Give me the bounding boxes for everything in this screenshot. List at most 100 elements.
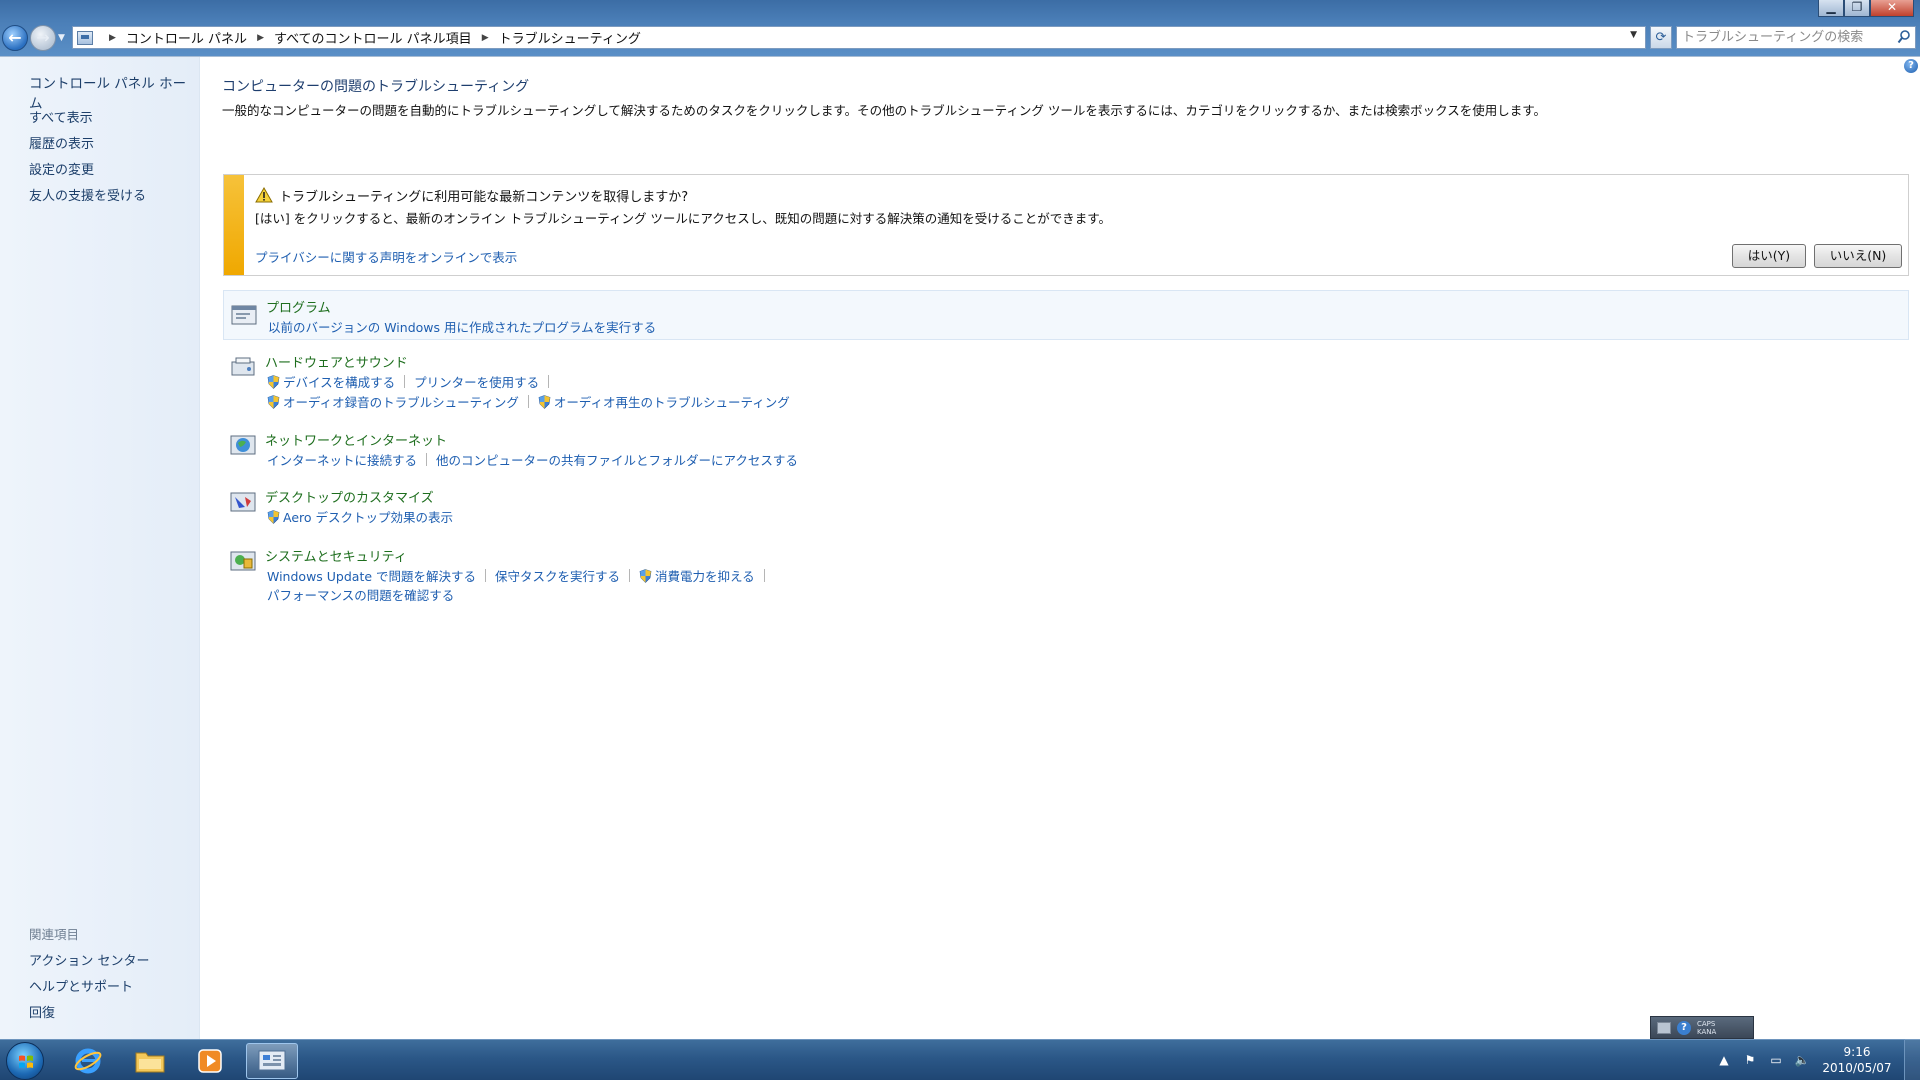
separator [629,569,631,582]
system-tray: ▲ ⚑ ▭ 🔈 [1716,1039,1810,1080]
search-input[interactable] [1677,27,1887,48]
breadcrumb-all-items[interactable]: すべてのコントロール パネル項目 [274,28,472,47]
arrow-left-icon: ← [8,28,22,47]
search-box[interactable] [1676,26,1916,49]
task-use-printer[interactable]: プリンターを使用する [414,372,539,391]
internet-explorer-icon [74,1048,102,1074]
keyboard-icon[interactable] [1657,1021,1671,1034]
hardware-sound-icon [231,357,255,376]
category-programs[interactable]: プログラム 以前のバージョンの Windows 用に作成されたプログラムを実行す… [223,290,1909,340]
separator [527,395,529,408]
sidebar-item-change-settings[interactable]: 設定の変更 [29,159,94,178]
system-security-icon [230,551,256,571]
category-programs-title[interactable]: プログラム [266,297,331,316]
system-tasks-row-2: パフォーマンスの問題を確認する [267,585,454,604]
task-run-older-programs[interactable]: 以前のバージョンの Windows 用に作成されたプログラムを実行する [268,317,656,336]
sidebar-item-show-all[interactable]: すべて表示 [29,107,93,126]
control-panel-icon [258,1050,286,1071]
yes-button[interactable]: はい(Y) [1732,244,1806,268]
sidebar-home-link[interactable]: コントロール パネル ホーム [29,72,199,112]
maximize-button[interactable]: ❐ [1844,0,1870,17]
show-desktop-button[interactable] [1904,1039,1920,1080]
desktop-customization-icon [230,492,256,512]
recent-pages-dropdown[interactable]: ▼ [58,33,65,43]
breadcrumb-troubleshooting[interactable]: トラブルシューティング [499,28,641,47]
start-button[interactable] [6,1042,44,1080]
taskbar-explorer[interactable] [124,1043,176,1079]
category-desktop-customization-title[interactable]: デスクトップのカスタマイズ [265,487,434,506]
uac-shield-icon [267,374,280,389]
taskbar-media-player[interactable] [184,1043,236,1079]
task-aero-effects[interactable]: Aero デスクトップ効果の表示 [267,507,453,526]
sidebar-related-recovery[interactable]: 回復 [29,1002,55,1021]
caps-kana-indicator: CAPS KANA [1697,1019,1717,1036]
category-network-internet-title[interactable]: ネットワークとインターネット [265,430,447,449]
action-center-flag-icon[interactable]: ⚑ [1742,1053,1758,1067]
separator [426,453,428,466]
windows-logo-icon [19,1055,33,1068]
volume-icon[interactable]: 🔈 [1794,1053,1810,1067]
refresh-button[interactable]: ⟳ [1650,26,1672,49]
separator [404,375,406,388]
help-icon[interactable]: ? [1904,59,1918,73]
page-description: 一般的なコンピューターの問題を自動的にトラブルシューティングして解決するためのタ… [222,103,1546,118]
task-configure-device[interactable]: デバイスを構成する [267,372,395,391]
window-controls: ▁ ❐ ✕ [1818,0,1914,17]
help-icon[interactable]: ? [1677,1020,1691,1035]
category-desktop-customization[interactable]: デスクトップのカスタマイズ Aero デスクトップ効果の表示 [223,485,1909,533]
language-bar[interactable]: ? CAPS KANA [1650,1016,1754,1039]
search-icon[interactable] [1897,29,1911,45]
hardware-tasks-row-2: オーディオ録音のトラブルシューティング オーディオ再生のトラブルシューティング [267,392,790,411]
privacy-statement-link[interactable]: プライバシーに関する声明をオンラインで表示 [255,247,517,266]
programs-icon [231,305,257,325]
network-tasks: インターネットに接続する 他のコンピューターの共有ファイルとフォルダーにアクセス… [267,450,798,469]
minimize-button[interactable]: ▁ [1818,0,1844,17]
arrow-right-icon: → [36,28,50,47]
left-pane: コントロール パネル ホーム すべて表示 履歴の表示 設定の変更 友人の支援を受… [0,57,200,1039]
sidebar-item-view-history[interactable]: 履歴の表示 [29,133,94,152]
category-hardware-sound-title[interactable]: ハードウェアとサウンド [265,352,408,371]
uac-shield-icon [639,568,652,583]
separator [485,569,487,582]
task-windows-update-fix[interactable]: Windows Update で問題を解決する [267,566,476,585]
category-network-internet[interactable]: ネットワークとインターネット インターネットに接続する 他のコンピューターの共有… [223,428,1909,476]
task-access-shared-files[interactable]: 他のコンピューターの共有ファイルとフォルダーにアクセスする [436,450,798,469]
chevron-right-icon[interactable]: ▶ [109,33,116,43]
back-button[interactable]: ← [2,25,28,51]
taskbar-internet-explorer[interactable] [62,1043,114,1079]
programs-tasks: 以前のバージョンの Windows 用に作成されたプログラムを実行する [268,317,656,336]
task-check-performance[interactable]: パフォーマンスの問題を確認する [267,585,454,604]
forward-button[interactable]: → [30,25,56,51]
task-run-maintenance[interactable]: 保守タスクを実行する [495,566,620,585]
task-audio-playback-troubleshoot[interactable]: オーディオ再生のトラブルシューティング [538,392,790,411]
clock-date: 2010/05/07 [1822,1061,1892,1075]
related-heading: 関連項目 [29,927,80,942]
banner-text: [はい] をクリックすると、最新のオンライン トラブルシューティング ツールにア… [255,211,1112,226]
address-dropdown-icon[interactable]: ▼ [1630,30,1637,40]
control-panel-icon [77,30,93,45]
sidebar-item-get-help-from-friend[interactable]: 友人の支援を受ける [29,185,146,204]
task-audio-recording-troubleshoot[interactable]: オーディオ録音のトラブルシューティング [267,392,519,411]
show-hidden-icons-button[interactable]: ▲ [1716,1053,1732,1067]
taskbar-control-panel[interactable] [246,1043,298,1079]
close-button[interactable]: ✕ [1870,0,1914,17]
category-system-security-title[interactable]: システムとセキュリティ [265,546,407,565]
network-icon[interactable]: ▭ [1768,1053,1784,1067]
category-hardware-sound[interactable]: ハードウェアとサウンド デバイスを構成する プリンターを使用する オーディオ録音… [223,350,1909,416]
task-reduce-power[interactable]: 消費電力を抑える [639,566,755,585]
address-bar[interactable]: ▶ コントロール パネル ▶ すべてのコントロール パネル項目 ▶ トラブルシュ… [72,26,1646,49]
breadcrumb-control-panel[interactable]: コントロール パネル [126,28,247,47]
sidebar-related-action-center[interactable]: アクション センター [29,950,149,969]
banner-title: トラブルシューティングに利用可能な最新コンテンツを取得しますか? [279,190,689,205]
no-button[interactable]: いいえ(N) [1814,244,1902,268]
separator [763,569,765,582]
taskbar-clock[interactable]: 9:16 2010/05/07 [1812,1044,1902,1076]
uac-shield-icon [538,394,551,409]
chevron-right-icon[interactable]: ▶ [482,33,489,43]
category-system-security[interactable]: システムとセキュリティ Windows Update で問題を解決する 保守タス… [223,544,1909,610]
network-internet-icon [230,435,256,455]
chevron-right-icon[interactable]: ▶ [257,33,264,43]
system-tasks-row-1: Windows Update で問題を解決する 保守タスクを実行する 消費電力を… [267,566,774,585]
sidebar-related-help-support[interactable]: ヘルプとサポート [29,976,133,995]
task-connect-internet[interactable]: インターネットに接続する [267,450,417,469]
